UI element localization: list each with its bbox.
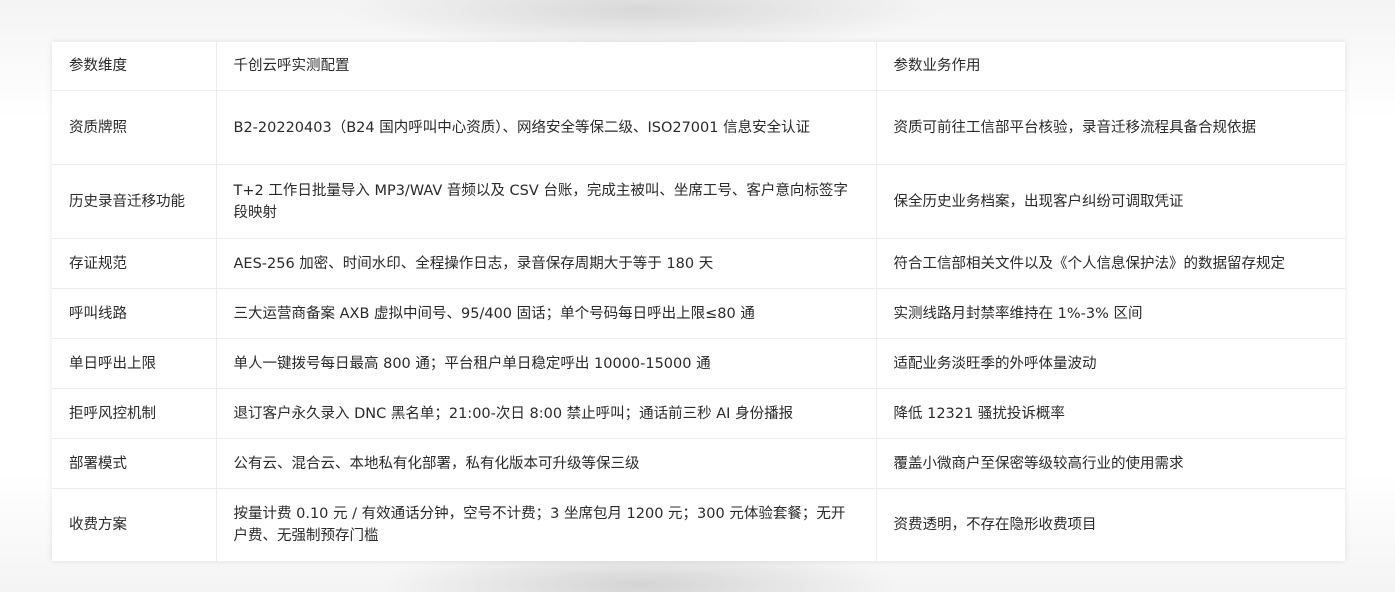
row-config-cell: 公有云、混合云、本地私有化部署，私有化版本可升级等保三级 <box>215 438 876 489</box>
comparison-table-card: 参数维度 千创云呼实测配置 参数业务作用 资质牌照 B2-20220403（B2… <box>52 42 1345 561</box>
row-dimension-cell: 单日呼出上限 <box>52 338 216 389</box>
row-role-cell: 资质可前往工信部平台核验，录音迁移流程具备合规依据 <box>875 90 1345 165</box>
table-row: 呼叫线路 三大运营商备案 AXB 虚拟中间号、95/400 固话；单个号码每日呼… <box>52 288 1345 339</box>
table-row: 资质牌照 B2-20220403（B24 国内呼叫中心资质）、网络安全等保二级、… <box>52 90 1345 165</box>
row-dimension-cell: 拒呼风控机制 <box>52 388 216 439</box>
header-dimension: 参数维度 <box>69 58 127 74</box>
row-config-cell: 退订客户永久录入 DNC 黑名单；21:00-次日 8:00 禁止呼叫；通话前三… <box>215 388 876 439</box>
header-business-role: 参数业务作用 <box>875 42 1345 91</box>
row-role-cell: 保全历史业务档案，出现客户纠纷可调取凭证 <box>875 164 1345 239</box>
row-dimension-cell: 存证规范 <box>52 238 216 289</box>
table-row: 拒呼风控机制 退订客户永久录入 DNC 黑名单；21:00-次日 8:00 禁止… <box>52 388 1345 439</box>
row-dimension-cell: 收费方案 <box>52 488 216 561</box>
table-row: 收费方案 按量计费 0.10 元 / 有效通话分钟，空号不计费；3 坐席包月 1… <box>52 488 1345 561</box>
row-config-cell: T+2 工作日批量导入 MP3/WAV 音频以及 CSV 台账，完成主被叫、坐席… <box>215 164 876 239</box>
table-row: 历史录音迁移功能 T+2 工作日批量导入 MP3/WAV 音频以及 CSV 台账… <box>52 164 1345 239</box>
row-config-cell: 三大运营商备案 AXB 虚拟中间号、95/400 固话；单个号码每日呼出上限≤8… <box>215 288 876 339</box>
row-dimension-cell: 资质牌照 <box>52 90 216 165</box>
row-dimension-cell: 呼叫线路 <box>52 288 216 339</box>
row-role-cell: 符合工信部相关文件以及《个人信息保护法》的数据留存规定 <box>875 238 1345 289</box>
table-row: 部署模式 公有云、混合云、本地私有化部署，私有化版本可升级等保三级 覆盖小微商户… <box>52 438 1345 489</box>
row-config-cell: B2-20220403（B24 国内呼叫中心资质）、网络安全等保二级、ISO27… <box>215 90 876 165</box>
row-config-cell: AES-256 加密、时间水印、全程操作日志，录音保存周期大于等于 180 天 <box>215 238 876 289</box>
row-role-cell: 实测线路月封禁率维持在 1%-3% 区间 <box>875 288 1345 339</box>
header-config: 千创云呼实测配置 <box>215 42 876 91</box>
table-header-row: 参数维度 千创云呼实测配置 参数业务作用 <box>52 42 1345 91</box>
row-role-cell: 资费透明，不存在隐形收费项目 <box>875 488 1345 561</box>
row-dimension-cell: 历史录音迁移功能 <box>52 164 216 239</box>
row-config-cell: 单人一键拨号每日最高 800 通；平台租户单日稳定呼出 10000-15000 … <box>215 338 876 389</box>
row-role-cell: 适配业务淡旺季的外呼体量波动 <box>875 338 1345 389</box>
row-dimension-cell: 部署模式 <box>52 438 216 489</box>
row-config-cell: 按量计费 0.10 元 / 有效通话分钟，空号不计费；3 坐席包月 1200 元… <box>215 488 876 561</box>
table-row: 存证规范 AES-256 加密、时间水印、全程操作日志，录音保存周期大于等于 1… <box>52 238 1345 289</box>
table-row: 单日呼出上限 单人一键拨号每日最高 800 通；平台租户单日稳定呼出 10000… <box>52 338 1345 389</box>
config-table: 参数维度 千创云呼实测配置 参数业务作用 资质牌照 B2-20220403（B2… <box>52 42 1345 561</box>
row-role-cell: 覆盖小微商户至保密等级较高行业的使用需求 <box>875 438 1345 489</box>
row-role-cell: 降低 12321 骚扰投诉概率 <box>875 388 1345 439</box>
